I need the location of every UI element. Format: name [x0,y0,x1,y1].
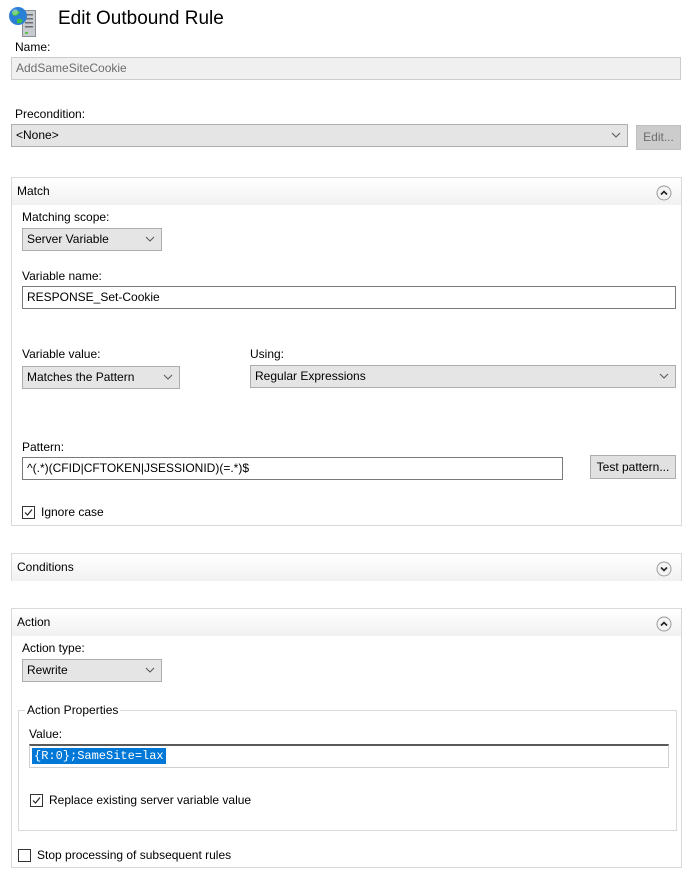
ignore-case-checkbox[interactable]: Ignore case [22,505,104,519]
checkbox-checked-icon [22,505,35,519]
checkbox-checked-icon [30,793,43,807]
value-input[interactable]: {R:0};SameSite=lax [29,744,669,768]
action-type-select[interactable]: Rewrite [22,659,162,682]
variable-name-label: Variable name: [22,269,102,283]
value-selected-text: {R:0};SameSite=lax [32,748,166,764]
value-label: Value: [29,727,63,741]
variable-value-selected-value: Matches the Pattern [27,370,135,384]
chevron-down-icon [145,229,155,250]
replace-existing-checkbox[interactable]: Replace existing server variable value [30,793,251,807]
chevron-down-icon [659,366,669,387]
variable-name-input[interactable]: RESPONSE_Set-Cookie [22,286,676,309]
precondition-select[interactable]: <None> [11,124,628,147]
using-select[interactable]: Regular Expressions [250,365,676,388]
conditions-section-header[interactable]: Conditions [12,554,681,581]
precondition-label: Precondition: [15,107,86,121]
precondition-edit-button[interactable]: Edit... [636,125,681,150]
match-section-title: Match [17,184,50,198]
match-section-header[interactable]: Match [12,178,681,205]
action-section-header[interactable]: Action [12,609,681,636]
action-section-title: Action [17,615,51,629]
action-properties-group [18,710,677,831]
variable-value-select[interactable]: Matches the Pattern [22,366,180,389]
matching-scope-selected-value: Server Variable [27,232,109,246]
pattern-label: Pattern: [22,440,65,454]
pattern-input[interactable]: ^(.*)(CFID|CFTOKEN|JSESSIONID)(=.*)$ [22,457,563,480]
stop-processing-label: Stop processing of subsequent rules [37,848,232,862]
matching-scope-label: Matching scope: [22,210,110,224]
action-type-label: Action type: [22,641,85,655]
conditions-section-title: Conditions [17,560,74,574]
action-type-selected-value: Rewrite [27,663,68,677]
chevron-down-icon [163,367,173,388]
ignore-case-label: Ignore case [41,505,104,519]
name-input[interactable]: AddSameSiteCookie [11,57,681,80]
action-properties-title: Action Properties [25,703,121,717]
chevron-down-icon [611,125,621,146]
server-globe-icon [8,6,42,38]
precondition-selected-value: <None> [16,128,59,142]
replace-existing-label: Replace existing server variable value [49,793,252,807]
collapse-up-icon[interactable] [656,615,672,632]
page-title: Edit Outbound Rule [58,8,224,29]
chevron-down-icon [145,660,155,681]
using-selected-value: Regular Expressions [255,369,366,383]
using-label: Using: [250,347,285,361]
checkbox-unchecked-icon [18,848,31,862]
name-label: Name: [15,40,51,54]
stop-processing-checkbox[interactable]: Stop processing of subsequent rules [18,848,231,862]
test-pattern-button[interactable]: Test pattern... [590,455,676,479]
variable-value-label: Variable value: [22,347,101,361]
conditions-section: Conditions [11,553,682,581]
collapse-up-icon[interactable] [656,184,672,201]
expand-down-icon[interactable] [656,560,672,577]
matching-scope-select[interactable]: Server Variable [22,228,162,251]
